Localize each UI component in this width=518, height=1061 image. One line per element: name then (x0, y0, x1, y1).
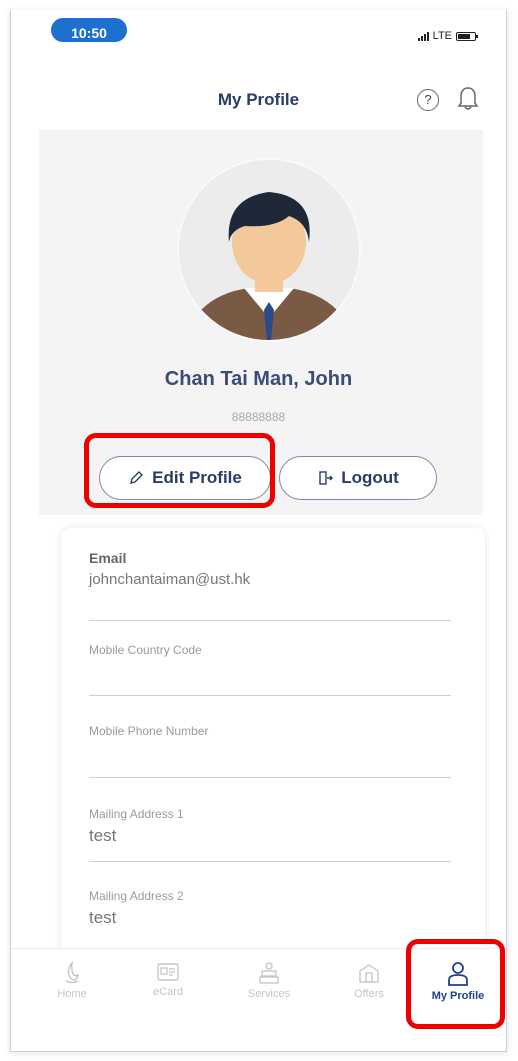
status-indicators: LTE (417, 30, 478, 42)
status-time: 10:50 (51, 18, 127, 42)
mobile-phone-number-field[interactable]: Mobile Phone Number (89, 724, 451, 778)
tab-offers[interactable]: Offers (329, 961, 409, 1000)
tab-home-label: Home (57, 988, 87, 1000)
mailing-address-2-label: Mailing Address 2 (89, 889, 184, 903)
user-id-number: 88888888 (231, 410, 286, 424)
mailing-address-1-field[interactable]: Mailing Address 1 test (89, 807, 451, 862)
mailing-address-1-value: test (89, 826, 117, 845)
tab-my-profile[interactable]: My Profile (418, 961, 498, 1002)
phone-screen: 10:50 LTE My Profile ? Chan Tai Man, Joh… (10, 10, 507, 1052)
email-label: Email (89, 550, 127, 566)
services-icon (259, 962, 279, 984)
edit-profile-label: Edit Profile (152, 468, 242, 487)
tab-services[interactable]: Services (229, 961, 309, 1000)
tab-services-label: Services (247, 988, 291, 1000)
tab-ecard[interactable]: eCard (128, 961, 208, 998)
logout-button[interactable]: Logout (279, 456, 437, 500)
profile-icon (448, 962, 468, 986)
email-field[interactable]: Email johnchantaiman@ust.hk (89, 550, 451, 621)
mailing-address-1-label: Mailing Address 1 (89, 807, 184, 821)
ecard-icon (157, 963, 179, 981)
logout-label: Logout (341, 468, 399, 487)
tab-home[interactable]: Home (32, 961, 112, 1000)
home-icon (65, 961, 79, 984)
bottom-tab-bar: Home eCard Services Offers My Profile (11, 948, 506, 1051)
help-icon[interactable]: ? (417, 89, 439, 111)
edit-profile-button[interactable]: Edit Profile (99, 456, 271, 500)
bell-icon[interactable] (457, 86, 479, 112)
signal-icon (417, 31, 429, 41)
mobile-phone-number-label: Mobile Phone Number (89, 724, 209, 738)
logout-icon (319, 471, 334, 485)
tab-my-profile-label: My Profile (431, 990, 485, 1002)
tab-ecard-label: eCard (153, 986, 183, 998)
network-label: LTE (432, 30, 452, 42)
offers-icon (359, 964, 379, 983)
mailing-address-2-value: test (89, 908, 117, 927)
user-name: Chan Tai Man, John (164, 368, 353, 390)
avatar (179, 160, 359, 340)
mobile-country-code-field[interactable]: Mobile Country Code (89, 643, 451, 696)
pencil-icon (130, 471, 144, 484)
mailing-address-2-field[interactable]: Mailing Address 2 test (89, 889, 451, 941)
mobile-country-code-label: Mobile Country Code (89, 643, 202, 657)
battery-icon (456, 31, 478, 41)
avatar-illustration (179, 160, 359, 340)
tab-offers-label: Offers (354, 988, 384, 1000)
email-value: johnchantaiman@ust.hk (89, 571, 251, 588)
